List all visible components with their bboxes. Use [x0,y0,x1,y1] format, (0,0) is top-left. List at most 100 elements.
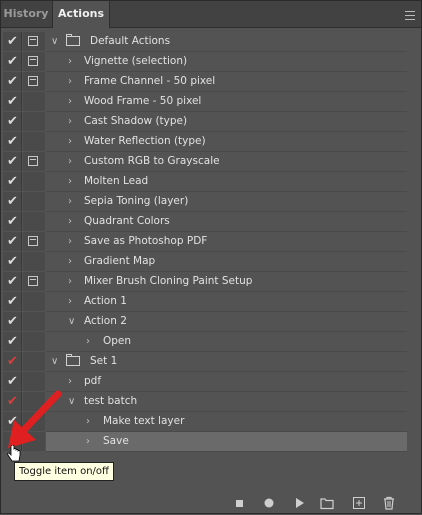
action-row[interactable]: ✔ › Open [3,332,407,352]
action-row-content[interactable]: ∨ test batch [46,392,407,412]
expand-chevron-right-icon[interactable]: › [86,412,90,431]
expand-chevron-right-icon[interactable]: › [68,72,72,91]
panel-menu-icon[interactable] [405,11,415,20]
toggle-dialog-checkbox[interactable] [23,212,45,231]
toggle-dialog-checkbox[interactable] [23,72,45,91]
toggle-item-checkbox[interactable]: ✔ [3,332,22,351]
action-row-content[interactable]: › Wood Frame - 50 pixel [46,92,407,112]
toggle-dialog-checkbox[interactable] [23,172,45,191]
toggle-item-checkbox[interactable]: ✔ [3,132,22,151]
toggle-dialog-checkbox[interactable] [23,52,45,71]
toggle-dialog-checkbox[interactable] [23,132,45,151]
toggle-item-checkbox[interactable]: ✔ [3,272,22,291]
action-row-content[interactable]: › Open [46,332,407,352]
action-row[interactable]: ✔ › Mixer Brush Cloning Paint Setup [3,272,407,292]
toggle-dialog-checkbox[interactable] [23,112,45,131]
toggle-item-checkbox[interactable]: ✔ [3,212,22,231]
expand-chevron-right-icon[interactable]: › [68,152,72,171]
action-row[interactable]: ✔ ∨ Action 2 [3,312,407,332]
toggle-dialog-checkbox[interactable] [23,32,45,51]
tab-history[interactable]: History [1,1,51,27]
toggle-item-checkbox[interactable]: ✔ [3,72,22,91]
action-row-content[interactable]: ∨ Set 1 [46,352,407,372]
expand-chevron-right-icon[interactable]: › [68,92,72,111]
toggle-dialog-checkbox[interactable] [23,192,45,211]
toggle-dialog-checkbox[interactable] [23,312,45,331]
action-row-content[interactable]: › Gradient Map [46,252,407,272]
toggle-dialog-checkbox[interactable] [23,232,45,251]
action-row-content[interactable]: ∨ Action 2 [46,312,407,332]
expand-chevron-right-icon[interactable]: › [68,112,72,131]
action-row-content[interactable]: › Cast Shadow (type) [46,112,407,132]
toggle-item-checkbox[interactable]: ✔ [3,352,22,371]
action-row[interactable]: ✔ › Molten Lead [3,172,407,192]
expand-chevron-right-icon[interactable]: › [86,332,90,351]
action-row-content[interactable]: › Save [46,432,407,452]
toggle-item-checkbox[interactable]: ✔ [3,312,22,331]
action-row-content[interactable]: › pdf [46,372,407,392]
action-row[interactable]: ✔ › Action 1 [3,292,407,312]
expand-chevron-right-icon[interactable]: › [68,212,72,231]
action-row-content[interactable]: › Water Reflection (type) [46,132,407,152]
toggle-item-checkbox[interactable]: ✔ [3,152,22,171]
expand-chevron-right-icon[interactable]: › [68,272,72,291]
action-row[interactable]: ✔ › Cast Shadow (type) [3,112,407,132]
action-row-content[interactable]: › Sepia Toning (layer) [46,192,407,212]
action-row[interactable]: ✔ › Gradient Map [3,252,407,272]
action-row-content[interactable]: › Action 1 [46,292,407,312]
action-row[interactable]: ✔ › Wood Frame - 50 pixel [3,92,407,112]
toggle-item-checkbox[interactable]: ✔ [3,192,22,211]
expand-chevron-right-icon[interactable]: › [68,172,72,191]
action-row-content[interactable]: › Vignette (selection) [46,52,407,72]
expand-chevron-right-icon[interactable]: › [68,292,72,311]
new-action-button[interactable] [351,495,367,511]
expand-chevron-down-icon[interactable]: ∨ [51,352,58,371]
action-row[interactable]: ✔ › Vignette (selection) [3,52,407,72]
toggle-dialog-checkbox[interactable] [23,272,45,291]
toggle-item-checkbox[interactable]: ✔ [3,252,22,271]
action-row[interactable]: ✔ ∨ Default Actions [3,32,407,52]
toggle-item-checkbox[interactable]: ✔ [3,32,22,51]
action-row[interactable]: ✔ ∨ Set 1 [3,352,407,372]
tab-actions[interactable]: Actions [52,1,110,28]
expand-chevron-down-icon[interactable]: ∨ [68,312,75,331]
action-row[interactable]: ✔ › Sepia Toning (layer) [3,192,407,212]
expand-chevron-right-icon[interactable]: › [68,252,72,271]
expand-chevron-right-icon[interactable]: › [86,432,90,451]
action-row[interactable]: ✔ › Frame Channel - 50 pixel [3,72,407,92]
action-row-content[interactable]: › Save as Photoshop PDF [46,232,407,252]
expand-chevron-down-icon[interactable]: ∨ [51,32,58,51]
new-set-button[interactable] [319,495,335,511]
action-row-content[interactable]: › Custom RGB to Grayscale [46,152,407,172]
expand-chevron-right-icon[interactable]: › [68,132,72,151]
action-row-content[interactable]: ∨ Default Actions [46,32,407,52]
toggle-item-checkbox[interactable]: ✔ [3,112,22,131]
action-row-content[interactable]: › Frame Channel - 50 pixel [46,72,407,92]
expand-chevron-right-icon[interactable]: › [68,52,72,71]
toggle-dialog-checkbox[interactable] [23,332,45,351]
action-row[interactable]: ✔ › Water Reflection (type) [3,132,407,152]
toggle-dialog-checkbox[interactable] [23,152,45,171]
record-button[interactable] [261,495,277,511]
toggle-item-checkbox[interactable]: ✔ [3,232,22,251]
action-row-content[interactable]: › Molten Lead [46,172,407,192]
stop-button[interactable] [231,495,247,511]
action-row[interactable]: ✔ › Quadrant Colors [3,212,407,232]
toggle-dialog-checkbox[interactable] [23,252,45,271]
toggle-dialog-checkbox[interactable] [23,92,45,111]
toggle-item-checkbox[interactable]: ✔ [3,52,22,71]
toggle-item-checkbox[interactable]: ✔ [3,172,22,191]
delete-button[interactable] [381,495,397,511]
play-button[interactable] [291,495,307,511]
toggle-dialog-checkbox[interactable] [23,352,45,371]
action-row-content[interactable]: › Quadrant Colors [46,212,407,232]
expand-chevron-right-icon[interactable]: › [68,232,72,251]
toggle-dialog-checkbox[interactable] [23,292,45,311]
action-row[interactable]: ✔ › Save as Photoshop PDF [3,232,407,252]
expand-chevron-right-icon[interactable]: › [68,192,72,211]
action-row-content[interactable]: › Make text layer [46,412,407,432]
toggle-item-checkbox[interactable]: ✔ [3,92,22,111]
action-row-content[interactable]: › Mixer Brush Cloning Paint Setup [46,272,407,292]
action-row[interactable]: ✔ › Custom RGB to Grayscale [3,152,407,172]
toggle-item-checkbox[interactable]: ✔ [3,292,22,311]
